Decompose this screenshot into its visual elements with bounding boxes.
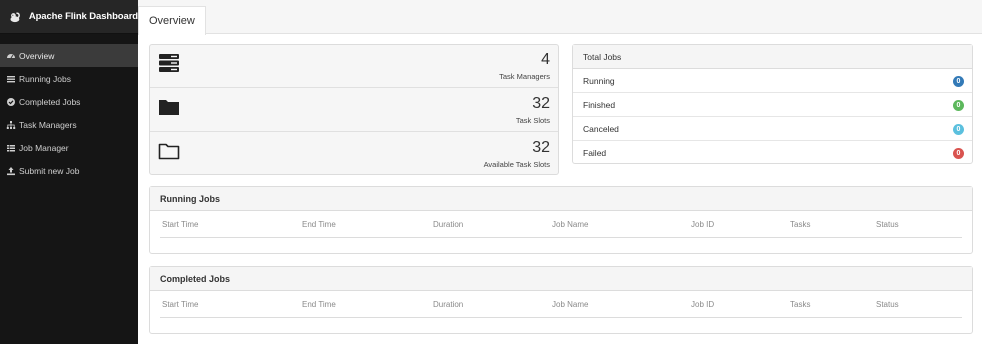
- jobs-row-finished[interactable]: Finished 0: [573, 93, 972, 117]
- jobs-row-failed[interactable]: Failed 0: [573, 141, 972, 165]
- column-header[interactable]: Status: [876, 220, 899, 229]
- table-header-row: Start Time End Time Duration Job Name Jo…: [160, 296, 962, 318]
- check-circle-icon: [6, 97, 16, 107]
- dashboard-icon: [6, 51, 16, 61]
- stat-task-slots: 32 Task Slots: [150, 89, 558, 132]
- column-header[interactable]: Tasks: [790, 220, 810, 229]
- main-content: 4 Task Managers 32 Task Slots 32 Availab…: [138, 35, 982, 344]
- panel-title: Completed Jobs: [150, 267, 972, 291]
- sidebar-item-task-managers[interactable]: Task Managers: [0, 113, 138, 136]
- app-title: Apache Flink Dashboard: [28, 11, 138, 22]
- jobs-row-label: Canceled: [583, 123, 619, 134]
- stat-value: 32: [532, 139, 550, 156]
- table-header-row: Start Time End Time Duration Job Name Jo…: [160, 216, 962, 238]
- column-header[interactable]: Tasks: [790, 300, 810, 309]
- completed-jobs-panel: Completed Jobs Start Time End Time Durat…: [149, 266, 973, 334]
- sidebar-item-label: Overview: [19, 50, 55, 61]
- sidebar-item-running-jobs[interactable]: Running Jobs: [0, 67, 138, 90]
- column-header[interactable]: Status: [876, 300, 899, 309]
- column-header[interactable]: Job ID: [691, 220, 714, 229]
- top-bar: Overview: [138, 0, 982, 35]
- sidebar-item-overview[interactable]: Overview: [0, 44, 138, 67]
- folder-open-icon: [158, 143, 180, 160]
- stat-label: Task Managers: [499, 72, 550, 81]
- stat-available-task-slots: 32 Available Task Slots: [150, 133, 558, 176]
- cluster-stats-panel: 4 Task Managers 32 Task Slots 32 Availab…: [149, 44, 559, 175]
- tab-overview[interactable]: Overview: [138, 6, 206, 35]
- folder-filled-icon: [159, 100, 179, 115]
- column-header[interactable]: End Time: [302, 300, 336, 309]
- column-header[interactable]: Start Time: [162, 300, 198, 309]
- stat-value: 32: [532, 95, 550, 112]
- total-jobs-panel: Total Jobs Running 0 Finished 0 Canceled…: [572, 44, 973, 164]
- jobs-row-label: Finished: [583, 99, 616, 110]
- tasks-icon: [6, 143, 16, 153]
- flink-squirrel-logo-icon: [10, 11, 20, 22]
- brand-header[interactable]: Apache Flink Dashboard: [0, 0, 138, 34]
- count-badge: 0: [953, 148, 964, 159]
- stat-label: Task Slots: [515, 116, 550, 125]
- sidebar-item-job-manager[interactable]: Job Manager: [0, 136, 138, 159]
- sitemap-icon: [6, 120, 16, 130]
- sidebar-item-completed-jobs[interactable]: Completed Jobs: [0, 90, 138, 113]
- jobs-row-canceled[interactable]: Canceled 0: [573, 117, 972, 141]
- sidebar-item-label: Completed Jobs: [19, 96, 81, 107]
- panel-title: Running Jobs: [150, 187, 972, 211]
- total-jobs-title: Total Jobs: [573, 45, 972, 69]
- sidebar: Apache Flink Dashboard Overview Running …: [0, 0, 138, 344]
- column-header[interactable]: Job ID: [691, 300, 714, 309]
- column-header[interactable]: Duration: [433, 300, 463, 309]
- running-jobs-panel: Running Jobs Start Time End Time Duratio…: [149, 186, 973, 254]
- server-icon: [159, 54, 179, 72]
- sidebar-item-label: Job Manager: [19, 142, 69, 153]
- sidebar-item-label: Submit new Job: [19, 165, 80, 176]
- column-header[interactable]: Job Name: [552, 300, 588, 309]
- jobs-row-label: Failed: [583, 148, 607, 158]
- sidebar-nav: Overview Running Jobs Completed Jobs Tas…: [0, 44, 138, 182]
- count-badge: 0: [953, 124, 964, 135]
- stat-label: Available Task Slots: [483, 160, 550, 169]
- sidebar-item-label: Running Jobs: [19, 73, 71, 84]
- upload-icon: [6, 166, 16, 176]
- stat-task-managers: 4 Task Managers: [150, 45, 558, 88]
- jobs-row-label: Running: [583, 75, 615, 86]
- column-header[interactable]: End Time: [302, 220, 336, 229]
- jobs-row-running[interactable]: Running 0: [573, 69, 972, 93]
- sidebar-item-label: Task Managers: [19, 119, 77, 130]
- stat-value: 4: [541, 51, 550, 68]
- count-badge: 0: [953, 100, 964, 111]
- list-icon: [6, 74, 16, 84]
- column-header[interactable]: Job Name: [552, 220, 588, 229]
- column-header[interactable]: Duration: [433, 220, 463, 229]
- count-badge: 0: [953, 76, 964, 87]
- column-header[interactable]: Start Time: [162, 220, 198, 229]
- sidebar-item-submit-new-job[interactable]: Submit new Job: [0, 159, 138, 182]
